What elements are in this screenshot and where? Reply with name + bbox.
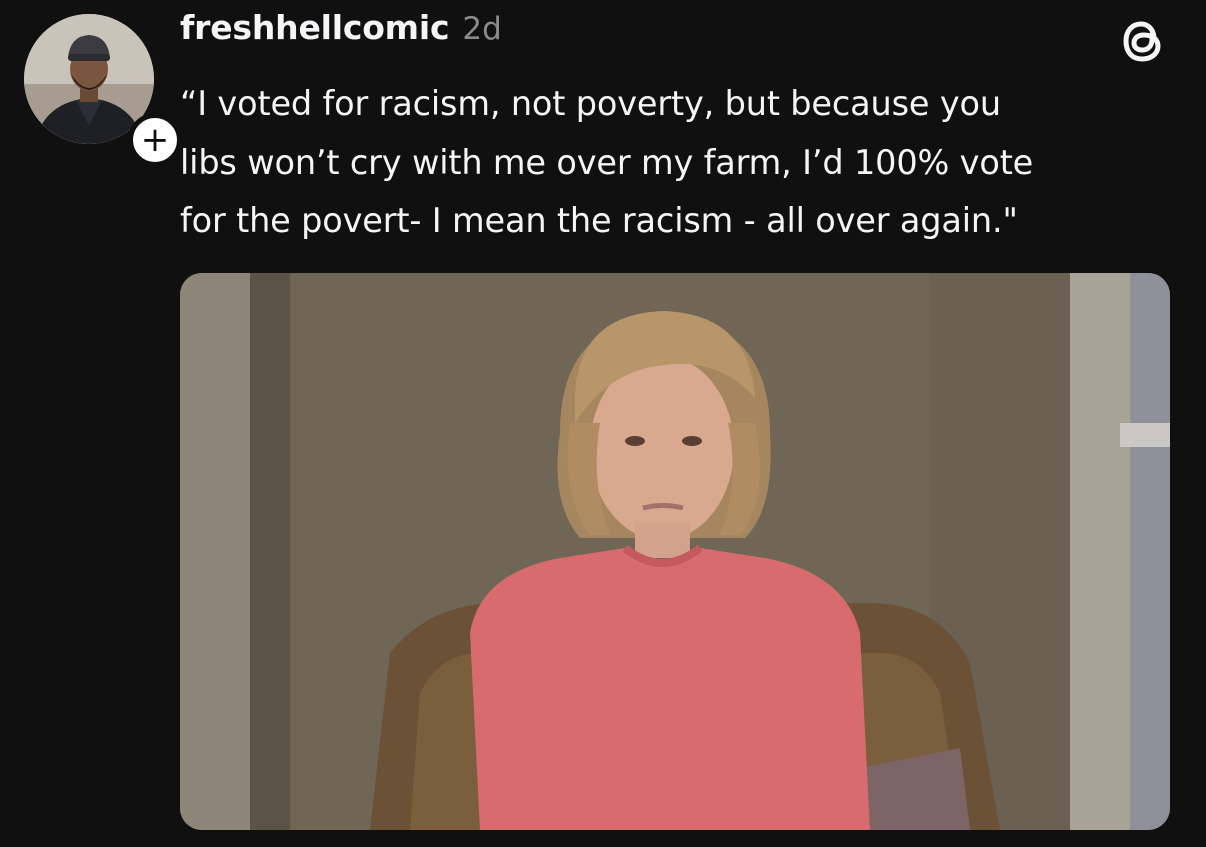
- follow-plus-icon[interactable]: +: [128, 113, 182, 167]
- thread-post: + freshhellcomic 2d “I voted for racism,…: [0, 0, 1206, 847]
- author-avatar-container: +: [24, 14, 182, 167]
- threads-logo-icon[interactable]: [1120, 16, 1166, 66]
- post-media-image[interactable]: [180, 273, 1170, 830]
- post-timestamp: 2d: [462, 11, 502, 47]
- username-link[interactable]: freshhellcomic: [180, 8, 450, 47]
- post-caption: “I voted for racism, not poverty, but be…: [180, 84, 1034, 240]
- post-header: freshhellcomic 2d: [180, 8, 502, 52]
- media-still: [180, 273, 1170, 830]
